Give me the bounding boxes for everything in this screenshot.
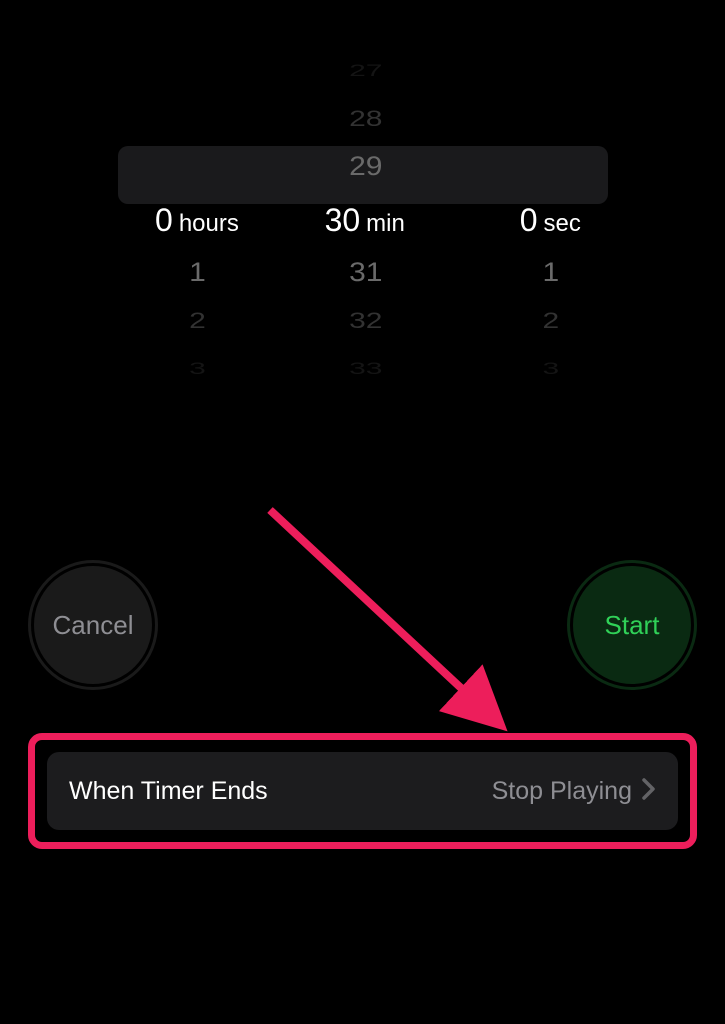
time-picker[interactable]: 0hours 1 2 3 27 28 29 30min 31 32 33 0se… xyxy=(98,60,628,380)
picker-item: 3 xyxy=(166,356,206,382)
chevron-right-icon xyxy=(642,778,656,805)
picker-item: 33 xyxy=(343,356,383,382)
picker-selected-minutes: 30min xyxy=(320,191,405,249)
cancel-button[interactable]: Cancel xyxy=(28,560,158,690)
minutes-picker-column[interactable]: 27 28 29 30min 31 32 33 xyxy=(274,60,451,380)
hours-picker-column[interactable]: 0hours 1 2 3 xyxy=(98,60,275,380)
picker-item xyxy=(519,101,559,137)
picker-item xyxy=(166,145,206,188)
when-timer-ends-label: When Timer Ends xyxy=(69,777,268,806)
picker-item: 2 xyxy=(166,303,206,339)
cancel-button-label: Cancel xyxy=(34,566,152,684)
start-button-label: Start xyxy=(573,566,691,684)
picker-item: 31 xyxy=(343,251,383,294)
picker-item: 1 xyxy=(519,251,559,294)
picker-item xyxy=(519,58,559,84)
picker-item: 2 xyxy=(519,303,559,339)
buttons-row: Cancel Start xyxy=(0,560,725,690)
picker-selected-seconds: 0sec xyxy=(498,191,581,249)
when-timer-ends-value: Stop Playing xyxy=(492,777,632,806)
annotation-highlight-box: When Timer Ends Stop Playing xyxy=(28,733,697,849)
picker-item xyxy=(166,101,206,137)
seconds-picker-column[interactable]: 0sec 1 2 3 xyxy=(451,60,628,380)
picker-item xyxy=(166,58,206,84)
picker-item: 29 xyxy=(343,145,383,188)
picker-item: 3 xyxy=(519,356,559,382)
picker-item: 28 xyxy=(343,101,383,137)
picker-item xyxy=(519,145,559,188)
start-button[interactable]: Start xyxy=(567,560,697,690)
picker-selected-hours: 0hours xyxy=(133,191,239,249)
when-timer-ends-button[interactable]: When Timer Ends Stop Playing xyxy=(47,752,678,830)
picker-item: 1 xyxy=(166,251,206,294)
picker-item: 27 xyxy=(343,58,383,84)
picker-item: 32 xyxy=(343,303,383,339)
when-timer-ends-value-wrap: Stop Playing xyxy=(492,777,656,806)
